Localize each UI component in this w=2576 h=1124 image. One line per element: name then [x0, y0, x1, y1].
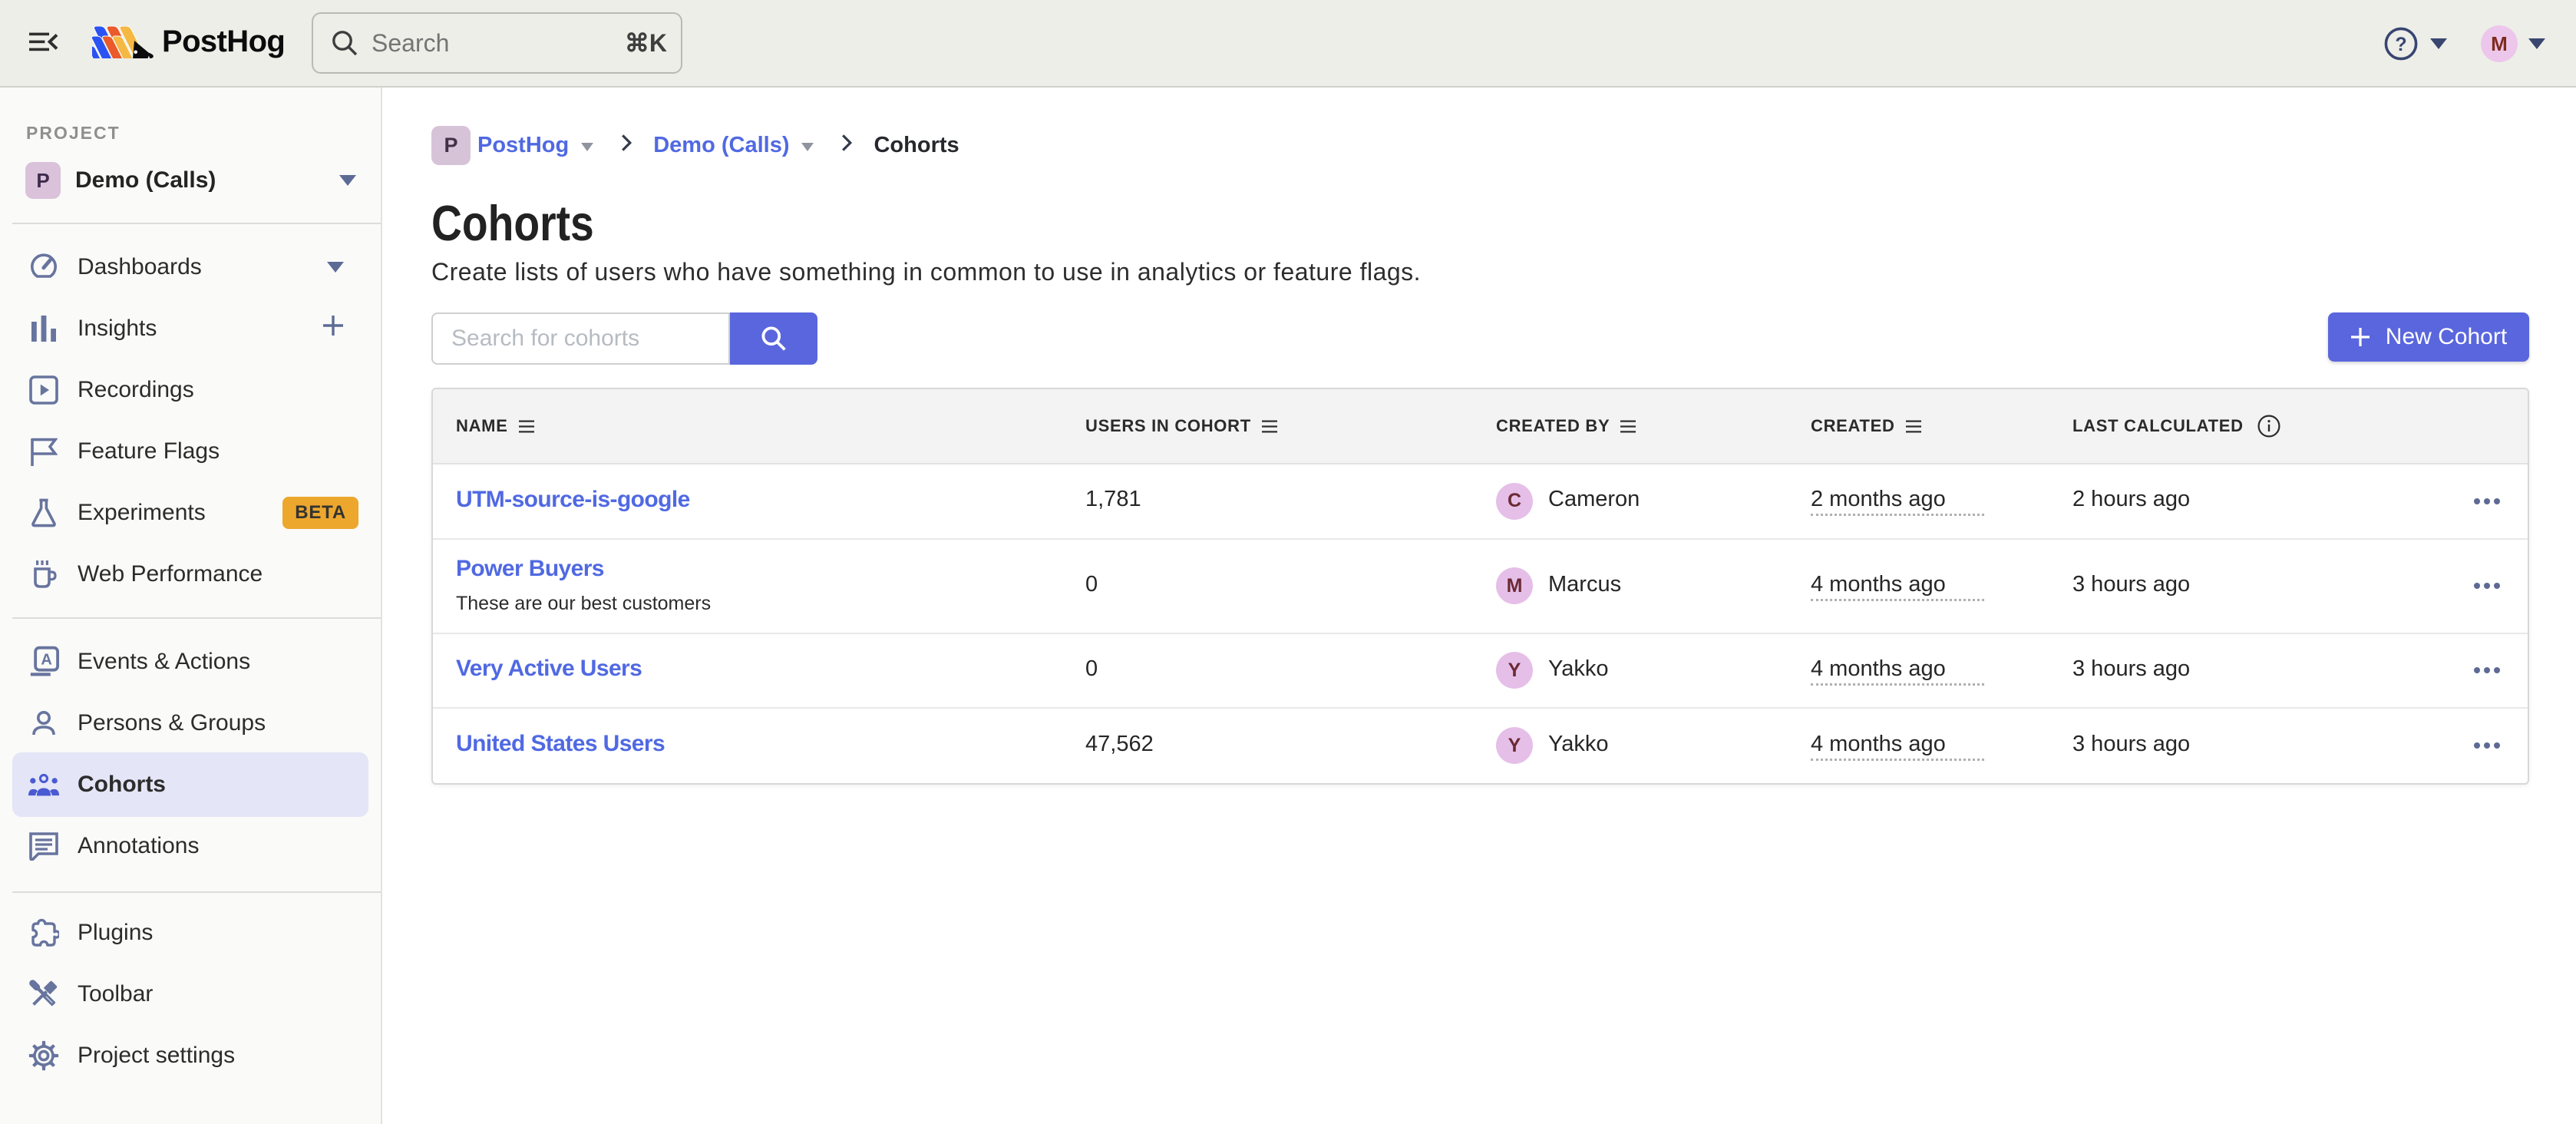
svg-text:A: A	[41, 651, 51, 668]
svg-text:?: ?	[2395, 34, 2406, 55]
